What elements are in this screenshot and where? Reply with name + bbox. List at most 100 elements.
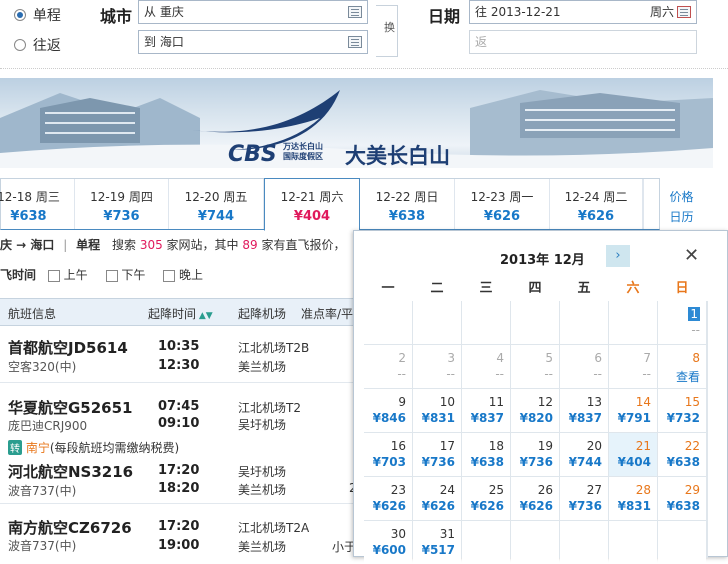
day-price: ¥626: [421, 499, 455, 513]
calendar-month-title: 2013年 12月: [500, 253, 585, 268]
calendar-day[interactable]: 9 ¥846: [364, 389, 412, 432]
dep-airport: 江北机场T2: [238, 401, 301, 415]
weekday-label: 五: [577, 281, 591, 296]
filter-afternoon[interactable]: 下午: [105, 268, 145, 282]
date-tab[interactable]: 12-23 周一 ¥626: [455, 179, 550, 229]
divider: [0, 68, 728, 69]
roundtrip-label: 往返: [32, 38, 61, 54]
calendar-empty-cell: [462, 301, 510, 344]
day-number: 21: [635, 439, 651, 453]
calendar-day[interactable]: 11 ¥837: [462, 389, 510, 432]
day-number: 18: [488, 439, 504, 453]
calendar-day[interactable]: 17 ¥736: [413, 433, 461, 476]
day-number: 25: [488, 483, 504, 497]
day-price: ¥837: [470, 411, 504, 425]
calendar-day[interactable]: 23 ¥626: [364, 477, 412, 520]
close-icon[interactable]: ✕: [684, 247, 699, 265]
to-city-value: 到 海口: [144, 35, 184, 49]
date-tab[interactable]: 12-19 周四 ¥736: [75, 179, 169, 229]
to-city-input[interactable]: 到 海口: [138, 30, 368, 54]
day-number: 7: [643, 351, 651, 365]
calendar-empty-cell: [609, 301, 657, 344]
arr-airport: 美兰机场: [238, 540, 287, 554]
calendar-day[interactable]: 25 ¥626: [462, 477, 510, 520]
dep-airport: 江北机场T2B: [238, 341, 310, 355]
calendar-day[interactable]: 13 ¥837: [560, 389, 608, 432]
calendar-day[interactable]: 8 查看: [658, 345, 706, 388]
calendar-day[interactable]: 28 ¥831: [609, 477, 657, 520]
calendar-day[interactable]: 16 ¥703: [364, 433, 412, 476]
trip-roundtrip-option[interactable]: 往返: [14, 35, 61, 55]
oneway-radio[interactable]: [14, 9, 26, 21]
day-price: --: [593, 367, 602, 381]
filter-evening[interactable]: 晚上: [163, 268, 203, 282]
banner-slogan: 大美长白山: [345, 144, 450, 168]
calendar-day[interactable]: 20 ¥744: [560, 433, 608, 476]
weekday-label: 日: [675, 281, 689, 296]
depart-weekday: 周六: [649, 5, 674, 19]
aircraft: 波音737(中): [8, 484, 77, 498]
calendar-icon[interactable]: [677, 6, 691, 18]
date-tab[interactable]: 12-20 周五 ¥744: [169, 179, 264, 229]
calendar-day[interactable]: 18 ¥638: [462, 433, 510, 476]
date-tab[interactable]: 12-24 周二 ¥626: [550, 179, 643, 229]
date-tab[interactable]: 12-22 周日 ¥638: [360, 179, 455, 229]
swap-cities-button[interactable]: 换: [376, 5, 398, 57]
header-times[interactable]: 起降时间 ▲▼: [148, 305, 213, 322]
view-link[interactable]: 查看: [658, 368, 700, 385]
day-price: --: [495, 367, 504, 381]
calendar-day[interactable]: 31 ¥517: [413, 521, 461, 564]
next-month-button[interactable]: ›: [606, 245, 630, 267]
calendar-day[interactable]: 10 ¥831: [413, 389, 461, 432]
filter-morning[interactable]: 上午: [47, 268, 88, 282]
arr-airport: 美兰机场: [238, 483, 287, 497]
price-calendar-link[interactable]: 价格 日历: [643, 179, 719, 229]
calendar-day[interactable]: 12 ¥820: [511, 389, 559, 432]
calendar-empty-cell: [560, 301, 608, 344]
calendar-day[interactable]: 26 ¥626: [511, 477, 559, 520]
calendar-day[interactable]: 30 ¥600: [364, 521, 412, 564]
roundtrip-radio[interactable]: [14, 39, 26, 51]
day-price: ¥517: [421, 543, 455, 557]
calendar-day: 7 --: [609, 345, 657, 388]
day-price: --: [691, 323, 700, 337]
calendar-day[interactable]: 15 ¥732: [658, 389, 706, 432]
day-price: ¥404: [617, 455, 651, 469]
day-price: ¥837: [568, 411, 602, 425]
calendar-day[interactable]: 24 ¥626: [413, 477, 461, 520]
calendar-day[interactable]: 22 ¥638: [658, 433, 706, 476]
day-number: 26: [537, 483, 553, 497]
city-picker-icon[interactable]: [348, 6, 362, 18]
day-number: 23: [390, 483, 406, 497]
arr-airport: 吴圩机场: [238, 418, 287, 432]
weekday-label: 一: [381, 281, 395, 296]
from-city-input[interactable]: 从 重庆: [138, 0, 368, 24]
calendar-day[interactable]: 29 ¥638: [658, 477, 706, 520]
direct-count: 89: [242, 238, 258, 252]
calendar-day[interactable]: 14 ¥791: [609, 389, 657, 432]
day-price: ¥791: [617, 411, 651, 425]
route: 庆 → 海口: [0, 238, 55, 252]
header-flight[interactable]: 航班信息: [8, 305, 56, 322]
city-picker-icon[interactable]: [348, 36, 362, 48]
flight-row[interactable]: 南方航空CZ6726 波音737(中) 17:20 19:00 江北机场T2A …: [0, 505, 360, 557]
flight-row[interactable]: 首都航空JD5614 空客320(中) 10:35 12:30 江北机场T2B …: [0, 327, 360, 383]
arr-time: 18:20: [158, 481, 200, 496]
day-price: --: [544, 367, 553, 381]
header-ontime[interactable]: 准点率/平: [301, 305, 353, 322]
calendar-day[interactable]: 27 ¥736: [560, 477, 608, 520]
flight-row[interactable]: 河北航空NS3216 波音737(中) 17:20 18:20 吴圩机场 美兰机…: [0, 456, 360, 504]
date-picker-popup: 2013年 12月 › ✕ 一 二 三 四 五 六 日 1 -- 2 -- 3 -- 4 --…: [353, 230, 728, 564]
depart-date-input[interactable]: 往 2013-12-21 周六: [469, 0, 697, 24]
calendar-day[interactable]: 21 ¥404: [609, 433, 657, 476]
ad-banner[interactable]: CBS 万达长白山 国际度假区 大美长白山: [0, 78, 713, 168]
search-summary: 庆 → 海口 | 单程 搜索 305 家网站，其中 89 家有直飞报价，: [0, 238, 346, 252]
dep-time: 17:20: [158, 463, 200, 478]
return-date-input[interactable]: 返: [469, 30, 697, 54]
trip-oneway-option[interactable]: 单程: [14, 5, 61, 25]
day-number: 29: [684, 483, 700, 497]
calendar-day[interactable]: 19 ¥736: [511, 433, 559, 476]
date-tab-selected[interactable]: 12-21 周六 ¥404: [264, 178, 360, 231]
date-tab[interactable]: 12-18 周三 ¥638: [0, 179, 75, 229]
flight-row[interactable]: 华夏航空G52651 庞巴迪CRJ900 07:45 09:10 江北机场T2 …: [0, 384, 360, 434]
